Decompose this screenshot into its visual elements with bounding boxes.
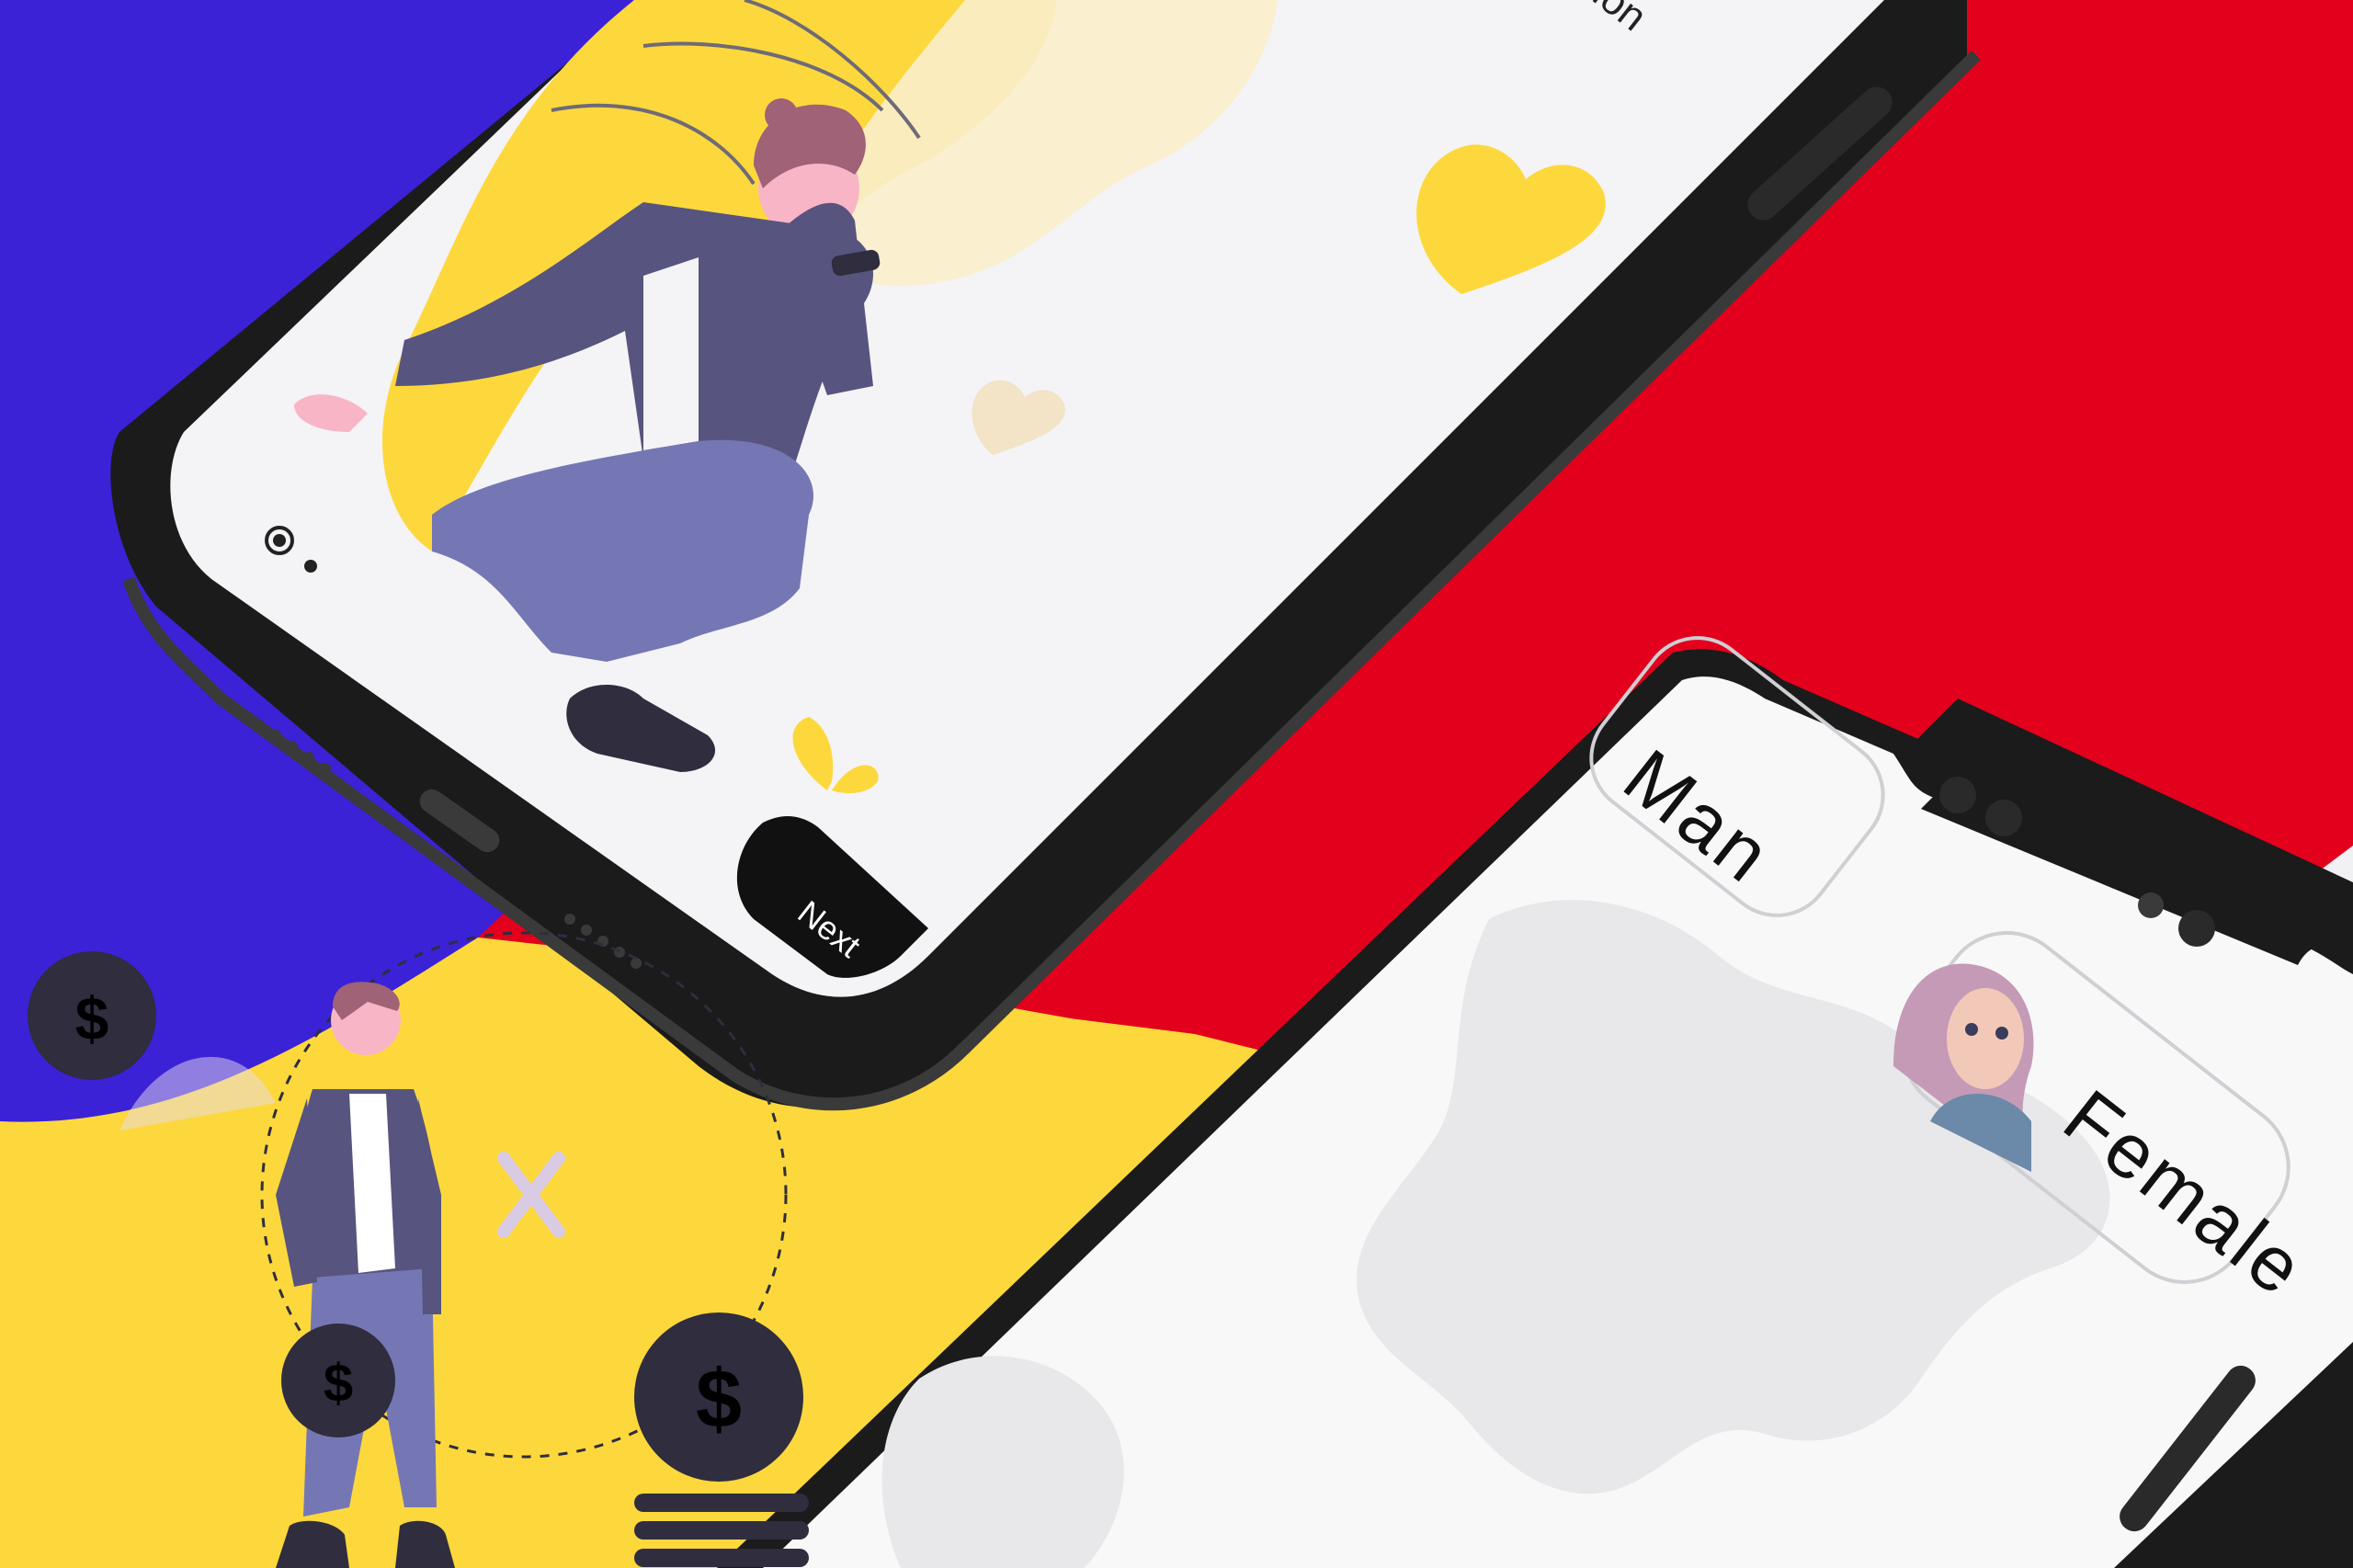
coin-stack	[634, 1494, 809, 1567]
person-hair-bun	[765, 98, 798, 131]
pager-dot-active-inner	[273, 534, 286, 547]
sensor-icon	[1985, 800, 2022, 836]
promo-scene: $ $ $	[0, 0, 2353, 1568]
camera-icon	[2138, 892, 2164, 918]
coin-symbol-held: $	[324, 1354, 353, 1414]
sensor-icon-2	[1939, 777, 1976, 813]
pager-dot[interactable]	[304, 560, 317, 573]
coin-symbol: $	[75, 984, 109, 1052]
sensor-icon-3	[2178, 910, 2215, 947]
coin-symbol-large: $	[696, 1354, 742, 1446]
person-shirt	[643, 257, 699, 450]
